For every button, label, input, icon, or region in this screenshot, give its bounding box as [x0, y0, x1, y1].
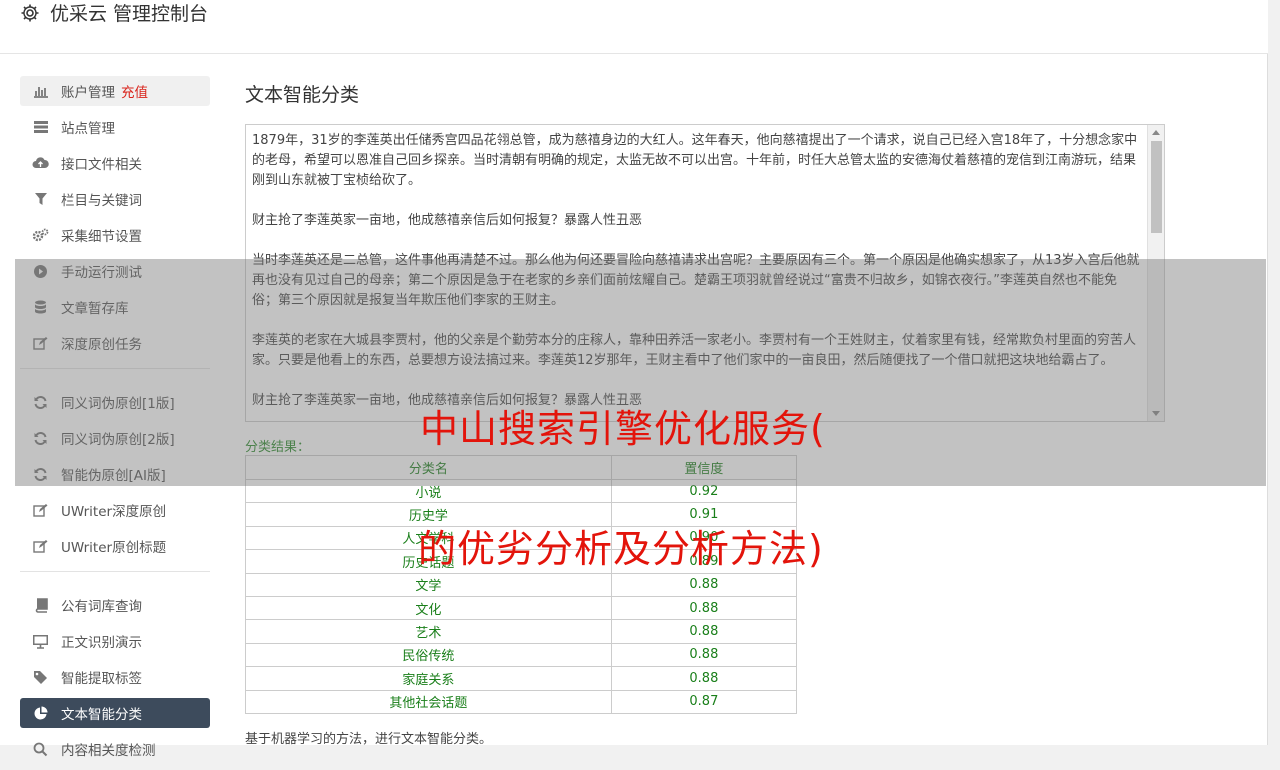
sidebar-item-label: UWriter原创标题	[61, 540, 167, 556]
sidebar-item-uwriter-deep[interactable]: UWriter深度原创	[20, 495, 210, 525]
main-content: 文本智能分类 1879年，31岁的李莲英出任储秀宫四品花翎总管，成为慈禧身边的大…	[245, 80, 1165, 747]
edit-icon	[32, 538, 49, 554]
pie-chart-icon	[32, 705, 49, 721]
sidebar-divider	[20, 571, 210, 572]
confidence-cell: 0.88	[610, 619, 798, 644]
scrollbar-thumb[interactable]	[1151, 141, 1162, 233]
book-icon	[32, 597, 49, 613]
sidebar-item-label: 智能提取标签	[61, 671, 142, 687]
sidebar-item-label: 接口文件相关	[61, 157, 142, 173]
page-title: 文本智能分类	[245, 84, 360, 106]
gears-icon	[32, 227, 49, 243]
table-row: 文化 0.88	[245, 595, 798, 621]
sidebar-item-body-recognition[interactable]: 正文识别演示	[20, 626, 210, 656]
method-note: 基于机器学习的方法，进行文本智能分类。	[245, 732, 493, 747]
category-cell: 艺术	[245, 619, 612, 644]
sidebar-item-label: 栏目与关键词	[61, 193, 142, 209]
sidebar-item-label: 账户管理	[61, 85, 115, 101]
category-cell: 文化	[245, 595, 612, 621]
sidebar-item-sites[interactable]: 站点管理	[20, 112, 210, 142]
watermark-line-2: 的优劣分析及分析方法)	[418, 527, 824, 571]
sidebar-item-text-classify[interactable]: 文本智能分类	[20, 698, 210, 728]
sidebar-item-uwriter-title[interactable]: UWriter原创标题	[20, 531, 210, 561]
table-row: 文学 0.88	[245, 572, 798, 597]
bar-chart-icon	[32, 83, 49, 99]
cloud-upload-icon	[32, 155, 49, 171]
sidebar-item-label: UWriter深度原创	[61, 504, 167, 520]
sidebar-item-label: 采集细节设置	[61, 229, 142, 245]
confidence-cell: 0.88	[610, 666, 798, 691]
sidebar-item-label: 文本智能分类	[61, 707, 142, 723]
confidence-cell: 0.88	[610, 595, 798, 621]
sidebar-item-label: 内容相关度检测	[61, 743, 156, 759]
console-title: 优采云 管理控制台	[50, 3, 209, 25]
sidebar-item-account[interactable]: 账户管理 充值	[20, 76, 210, 106]
classification-table: 分类名 置信度 小说 0.92 历史学 0.91 人文学科 0.90 历史话题 0.89…	[245, 455, 798, 714]
table-row: 艺术 0.88	[245, 619, 798, 644]
text-paragraph: 财主抢了李莲英家一亩地，他成慈禧亲信后如何报复？暴露人性丑恶	[252, 213, 643, 228]
sidebar-item-public-lexicon[interactable]: 公有词库查询	[20, 590, 210, 620]
list-icon	[32, 119, 49, 135]
search-icon	[32, 741, 49, 757]
sidebar-item-label: 站点管理	[61, 121, 115, 137]
category-cell: 文学	[245, 572, 612, 597]
edit-icon	[32, 502, 49, 518]
table-row: 其他社会话题 0.87	[245, 689, 798, 714]
sidebar-item-interface[interactable]: 接口文件相关	[20, 148, 210, 178]
text-paragraph: 1879年，31岁的李莲英出任储秀宫四品花翎总管，成为慈禧身边的大红人。这年春天…	[252, 133, 1138, 188]
tag-icon	[32, 669, 49, 685]
table-row: 民俗传统 0.88	[245, 642, 798, 668]
confidence-cell: 0.87	[610, 689, 798, 714]
scroll-up-arrow-icon[interactable]	[1152, 130, 1160, 135]
sidebar-item-label: 公有词库查询	[61, 599, 142, 615]
confidence-cell: 0.88	[610, 572, 798, 597]
table-row: 家庭关系 0.88	[245, 666, 798, 691]
monitor-icon	[32, 633, 49, 649]
sidebar-item-columns[interactable]: 栏目与关键词	[20, 184, 210, 214]
gear-icon	[21, 4, 39, 22]
recharge-link[interactable]: 充值	[121, 81, 148, 101]
category-cell: 家庭关系	[245, 666, 612, 691]
sidebar-item-collect-settings[interactable]: 采集细节设置	[20, 220, 210, 250]
confidence-cell: 0.88	[610, 642, 798, 668]
filter-icon	[32, 191, 49, 207]
watermark-line-1: 中山搜索引擎优化服务(	[420, 407, 826, 451]
header: 优采云 管理控制台	[0, 0, 1268, 54]
category-cell: 其他社会话题	[245, 689, 612, 714]
sidebar-item-label: 正文识别演示	[61, 635, 142, 651]
sidebar-item-tag-extract[interactable]: 智能提取标签	[20, 662, 210, 692]
sidebar-item-relevance[interactable]: 内容相关度检测	[20, 734, 210, 764]
category-cell: 民俗传统	[245, 642, 612, 668]
